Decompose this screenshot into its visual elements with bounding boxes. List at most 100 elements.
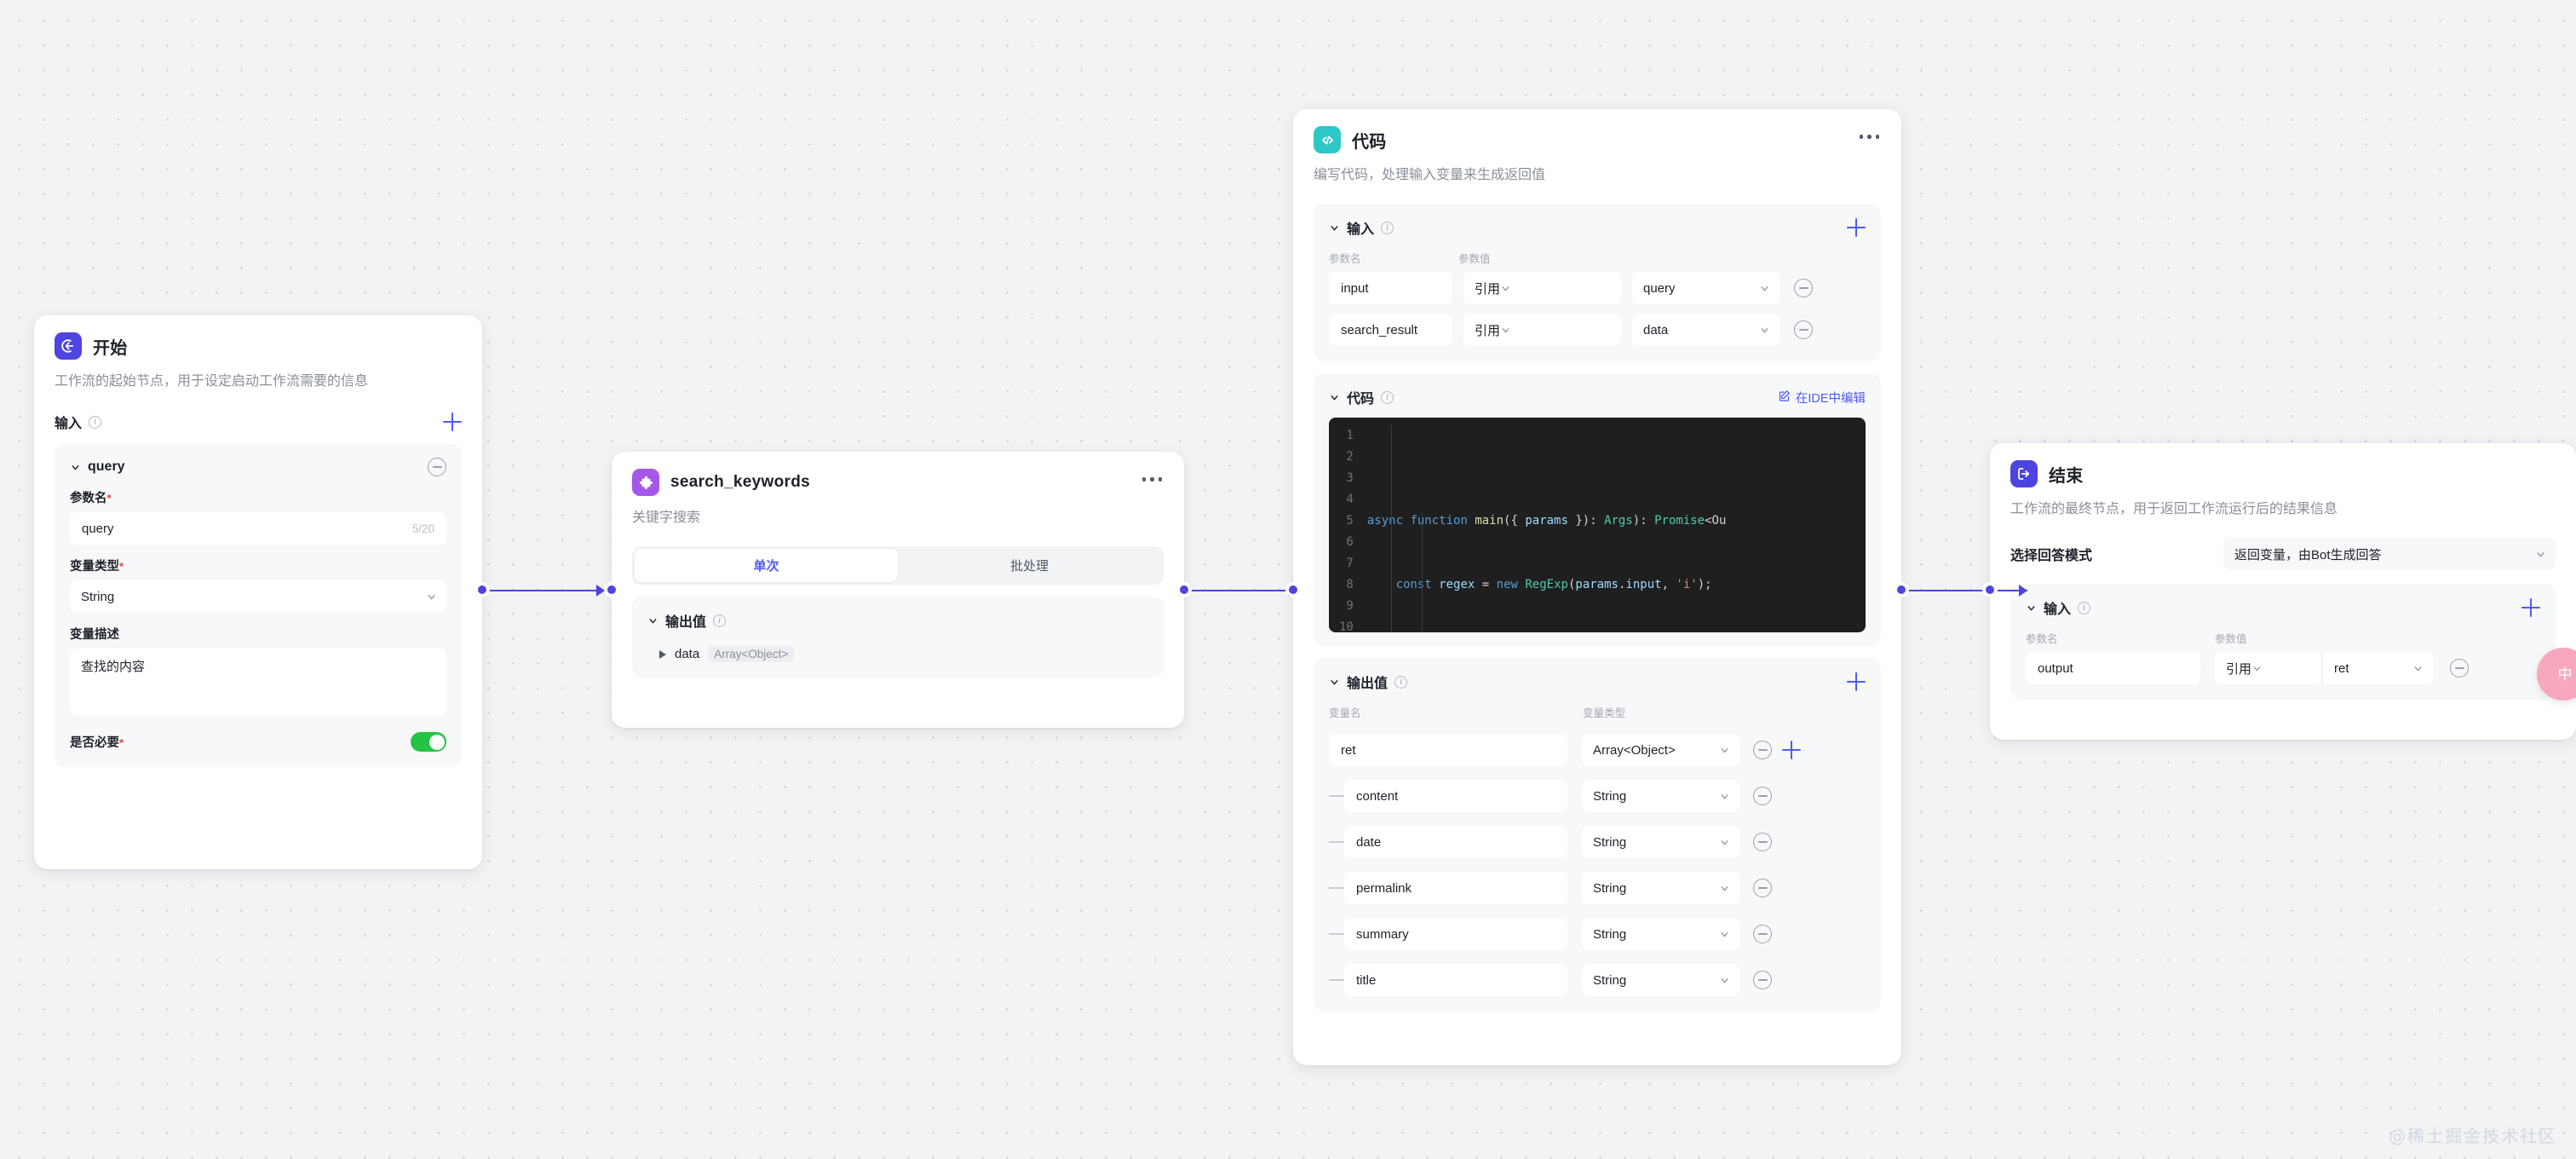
info-icon[interactable]: i: [89, 415, 102, 429]
chevron-down-icon[interactable]: [2026, 603, 2037, 614]
code-output-child-name-2[interactable]: permalink: [1344, 872, 1567, 905]
end-input-label: 输入: [2044, 603, 2072, 618]
code-input-name-1[interactable]: input: [1329, 272, 1452, 305]
end-input-header: 输入 i: [2026, 597, 2540, 618]
add-output-child[interactable]: [1782, 741, 1801, 760]
chevron-down-icon[interactable]: [1329, 677, 1340, 688]
code-output-child-name-1[interactable]: date: [1344, 826, 1567, 859]
var-desc-textarea[interactable]: 查找的内容: [70, 649, 446, 716]
search-node-description: 关键字搜索: [632, 510, 701, 525]
answer-mode-select[interactable]: 返回变量，由Bot生成回答: [2223, 538, 2556, 571]
end-input-varselect-1[interactable]: ret: [2322, 652, 2433, 685]
search-keywords-node[interactable]: search_keywords 关键字搜索 单次 批处理 输出值 i data …: [612, 452, 1184, 728]
tree-elbow: [1329, 979, 1344, 981]
code-output-child-name-4[interactable]: title: [1344, 964, 1567, 997]
start-param-group: query 参数名* query 5/20 变量类型* String 变量描述 …: [55, 444, 462, 768]
start-node-header: 开始: [55, 332, 462, 360]
code-output-child-type-1[interactable]: String: [1582, 826, 1739, 859]
code-content[interactable]: async function main({ params }): Args): …: [1362, 418, 1866, 633]
code-editor[interactable]: 1 2 3 4 5 6 7 8 9 10 async function main({ params…: [1329, 418, 1866, 633]
output-tree-row[interactable]: data Array<Object>: [647, 646, 1148, 663]
var-type-select[interactable]: String: [70, 580, 446, 614]
search-output-section: 输出值 i data Array<Object>: [632, 597, 1164, 678]
search-node-title: search_keywords: [670, 473, 810, 491]
triangle-right-icon[interactable]: [659, 649, 666, 659]
remove-output-child-1[interactable]: [1753, 833, 1772, 852]
code-input-varselect-2[interactable]: data: [1632, 314, 1780, 347]
end-input-mode-select-1[interactable]: 引用: [2215, 652, 2320, 684]
add-code-output-button[interactable]: [1847, 672, 1866, 692]
plugin-icon: [632, 469, 659, 496]
code-input-name-2[interactable]: search_result: [1329, 314, 1452, 347]
code-output-child-type-3[interactable]: String: [1582, 918, 1739, 951]
search-node-menu-button[interactable]: [1141, 472, 1164, 487]
code-input-value-2: 引用: [1463, 314, 1621, 347]
chevron-down-icon: [1759, 283, 1770, 294]
end-input-name-1[interactable]: output: [2026, 652, 2200, 685]
param-name-input[interactable]: query 5/20: [70, 512, 446, 545]
code-output-child-type-2[interactable]: String: [1582, 872, 1739, 905]
search-node-input-port[interactable]: [605, 583, 618, 597]
tab-batch[interactable]: 批处理: [898, 549, 1161, 582]
chevron-down-icon[interactable]: [1329, 222, 1340, 234]
code-output-child-name-0[interactable]: content: [1344, 780, 1567, 813]
output-type: Array<Object>: [708, 646, 795, 663]
info-icon[interactable]: i: [1381, 390, 1394, 404]
end-node-description: 工作流的最终节点，用于返回工作流运行后的结果信息: [2010, 502, 2338, 516]
edit-in-ide-button[interactable]: 在IDE中编辑: [1778, 389, 1866, 407]
remove-output-root[interactable]: [1753, 741, 1772, 760]
code-input-mode-select-2[interactable]: 引用: [1463, 314, 1542, 346]
code-node-input-port[interactable]: [1286, 583, 1300, 597]
remove-code-input-1[interactable]: [1794, 279, 1813, 298]
chevron-down-icon[interactable]: [1329, 392, 1340, 403]
remove-param-group-button[interactable]: [428, 458, 446, 477]
chevron-down-icon: [1719, 975, 1730, 986]
code-output-child-name-3[interactable]: summary: [1344, 918, 1567, 951]
col-param-name: 参数名: [1329, 253, 1361, 266]
info-icon[interactable]: i: [1394, 675, 1408, 689]
chevron-down-icon: [426, 591, 437, 603]
chevron-down-icon: [1500, 325, 1511, 336]
remove-output-child-2[interactable]: [1753, 879, 1772, 898]
code-line-numbers: 1 2 3 4 5 6 7 8 9 10: [1329, 418, 1362, 633]
code-output-child-type-0[interactable]: String: [1582, 780, 1739, 813]
search-output-header: 输出值 i: [647, 610, 1148, 631]
add-code-input-button[interactable]: [1847, 218, 1866, 238]
code-input-varselect-1[interactable]: query: [1632, 272, 1780, 305]
info-icon[interactable]: i: [1381, 221, 1394, 234]
info-icon[interactable]: i: [713, 614, 727, 627]
end-node[interactable]: 结束 工作流的最终节点，用于返回工作流运行后的结果信息 选择回答模式 返回变量，…: [1990, 443, 2576, 740]
search-node-output-port[interactable]: [1177, 583, 1191, 597]
add-input-param-button[interactable]: [443, 412, 462, 432]
code-output-root-name[interactable]: ret: [1329, 734, 1567, 767]
chevron-down-icon[interactable]: [70, 462, 81, 473]
remove-output-child-4[interactable]: [1753, 971, 1772, 990]
code-output-root-type[interactable]: Array<Object>: [1582, 734, 1739, 767]
remove-end-input-1[interactable]: [2450, 659, 2469, 678]
code-input-mode-select-1[interactable]: 引用: [1463, 272, 1542, 304]
remove-output-child-0[interactable]: [1753, 787, 1772, 806]
chevron-down-icon: [1500, 283, 1511, 294]
start-input-label: 输入: [55, 417, 83, 432]
info-icon[interactable]: i: [2078, 601, 2091, 614]
param-group-name: query: [88, 459, 125, 475]
add-end-input-button[interactable]: [2521, 598, 2540, 618]
chevron-down-icon: [1719, 883, 1730, 894]
remove-output-child-3[interactable]: [1753, 925, 1772, 944]
remove-code-input-2[interactable]: [1794, 320, 1813, 340]
code-output-child-row: permalink String: [1329, 866, 1866, 905]
search-node-header: search_keywords: [632, 469, 1164, 496]
tab-single[interactable]: 单次: [635, 549, 898, 583]
required-toggle[interactable]: [411, 732, 446, 752]
code-output-child-type-4[interactable]: String: [1582, 964, 1739, 997]
col-param-name: 参数名: [2026, 633, 2058, 646]
required-label: 是否必要*: [70, 736, 124, 751]
start-node-output-port[interactable]: [475, 583, 489, 597]
code-node[interactable]: 代码 编写代码，处理输入变量来生成返回值 输入 i 参数名 参数值 input: [1293, 109, 1901, 1065]
code-node-output-port[interactable]: [1895, 583, 1908, 597]
start-node[interactable]: 开始 工作流的起始节点，用于设定启动工作流需要的信息 输入 i query 参数…: [34, 315, 482, 869]
code-node-menu-button[interactable]: [1858, 130, 1882, 144]
chevron-down-icon: [2535, 549, 2546, 560]
end-node-input-port[interactable]: [1983, 583, 1997, 597]
chevron-down-icon[interactable]: [647, 615, 658, 626]
